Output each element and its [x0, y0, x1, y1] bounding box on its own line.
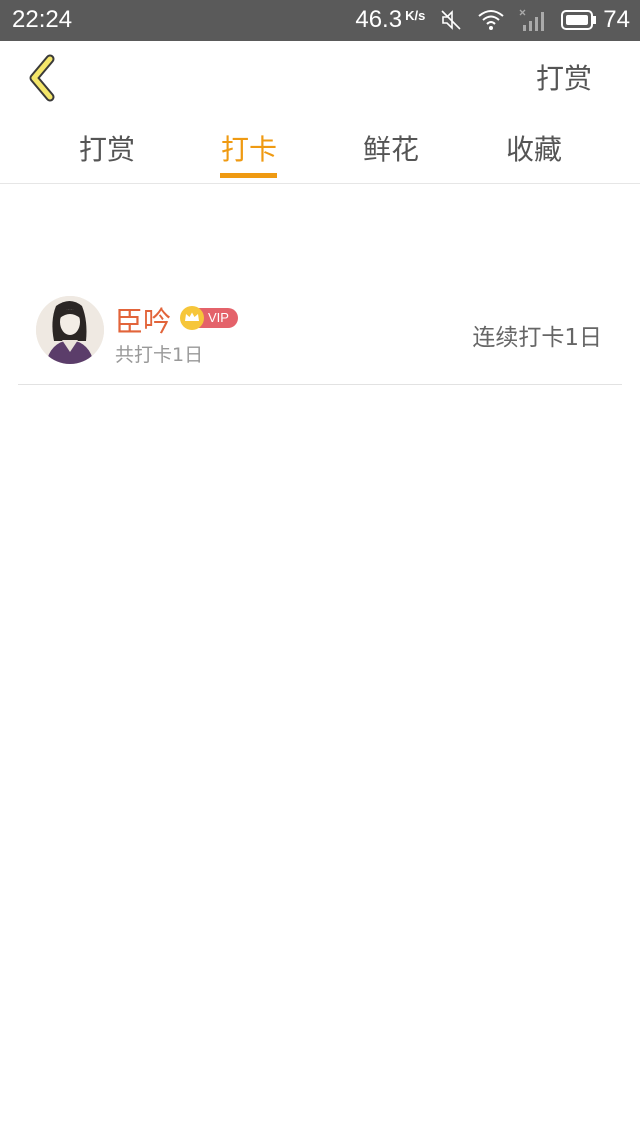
streak-text: 连续打卡1日	[472, 325, 602, 351]
tab-bar: 打赏 打卡 鲜花 收藏	[0, 118, 640, 184]
mute-icon	[441, 10, 461, 30]
nav-bar: 打赏	[0, 41, 640, 113]
vip-badge-label: VIP	[208, 310, 229, 325]
total-checkin-text: 共打卡1日	[115, 344, 204, 366]
list-divider	[18, 384, 622, 385]
tab-reward[interactable]: 打赏	[47, 128, 167, 168]
network-speed-unit: K/s	[405, 8, 426, 23]
battery: 74	[561, 6, 630, 34]
network-speed-value: 46.3	[355, 6, 403, 33]
avatar[interactable]	[36, 296, 104, 364]
status-bar: 22:24 46.3 K/s 74	[0, 0, 640, 41]
wifi-icon	[478, 10, 504, 30]
network-speed: 46.3 K/s	[355, 6, 425, 34]
back-button[interactable]	[20, 53, 64, 103]
user-name[interactable]: 臣吟	[115, 300, 171, 340]
battery-level: 74	[603, 6, 630, 33]
battery-icon	[561, 10, 597, 30]
list-item[interactable]: 臣吟 VIP 共打卡1日 连续打卡1日	[18, 290, 622, 386]
tab-checkin[interactable]: 打卡	[189, 128, 309, 168]
tabs-divider	[0, 183, 640, 184]
status-right: 46.3 K/s 74	[355, 6, 630, 34]
vip-badge: VIP	[180, 306, 240, 330]
signal-icon	[519, 9, 545, 31]
tab-favorites[interactable]: 收藏	[474, 128, 594, 168]
tab-active-indicator	[220, 173, 277, 178]
status-time: 22:24	[12, 6, 73, 33]
tab-flowers[interactable]: 鲜花	[331, 128, 451, 168]
avatar-image	[36, 296, 104, 364]
reward-action-button[interactable]: 打赏	[536, 57, 592, 97]
